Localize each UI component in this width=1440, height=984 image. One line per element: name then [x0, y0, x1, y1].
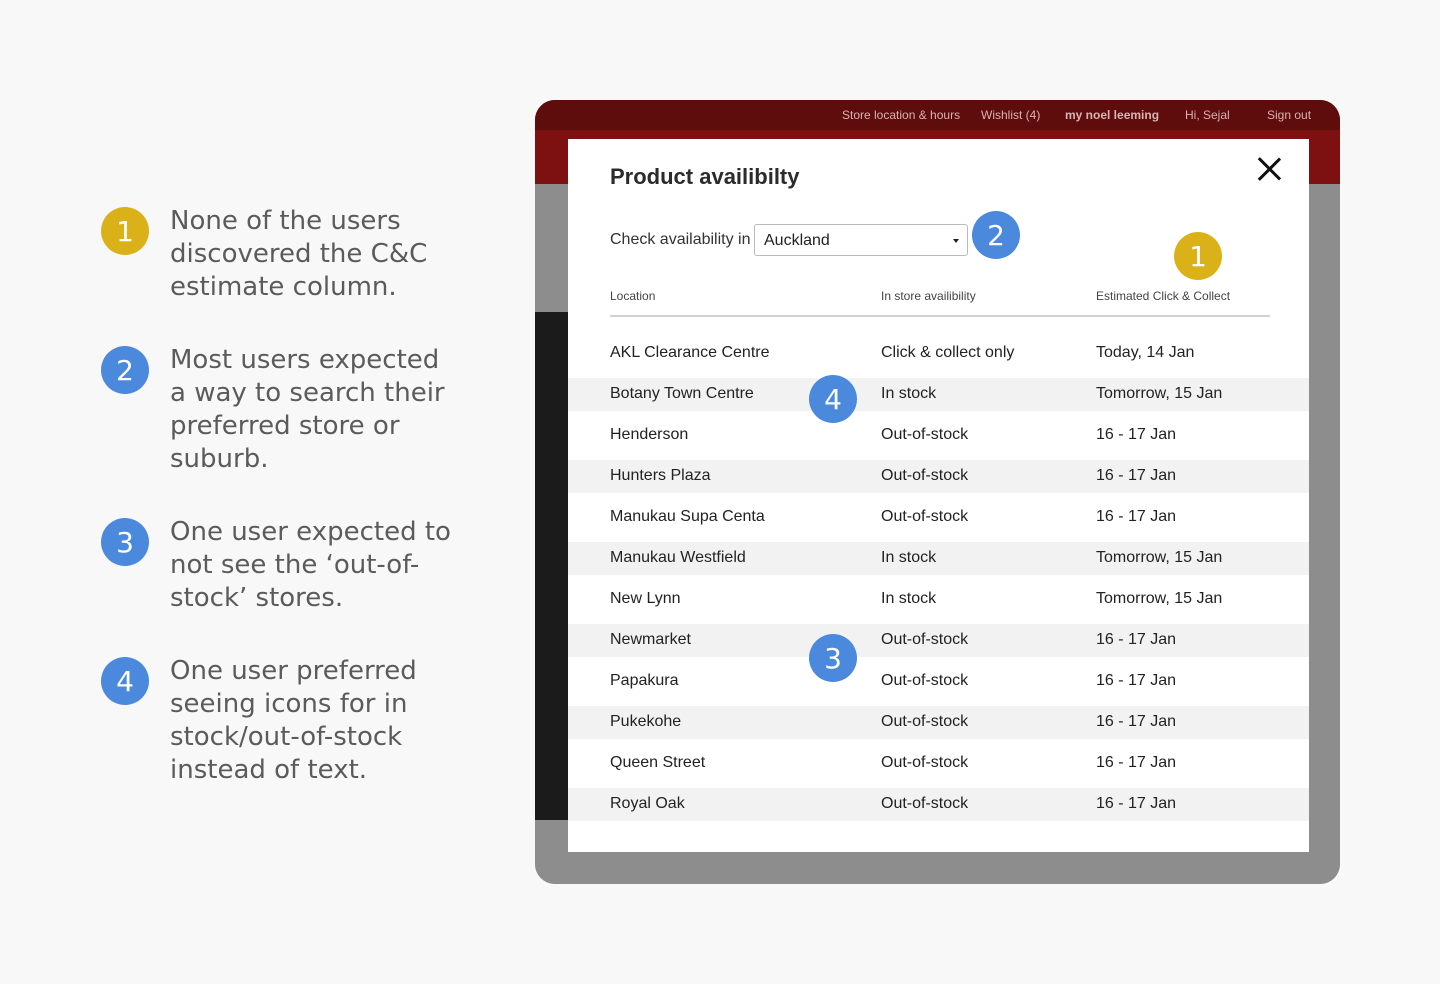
cell-click-collect: 16 - 17 Jan — [1096, 467, 1177, 484]
cell-location: Queen Street — [610, 754, 706, 771]
chevron-down-icon — [953, 239, 959, 243]
table-row: Newmarket Out-of-stock 16 - 17 Jan — [568, 624, 1309, 657]
cell-in-store: Out-of-stock — [881, 754, 969, 771]
column-header-location: Location — [610, 289, 656, 303]
cell-click-collect: 16 - 17 Jan — [1096, 795, 1177, 812]
cell-click-collect: Tomorrow, 15 Jan — [1096, 549, 1223, 566]
cell-click-collect: 16 - 17 Jan — [1096, 754, 1177, 771]
cell-click-collect: 16 - 17 Jan — [1096, 631, 1177, 648]
cell-location: Manukau Westfield — [610, 549, 746, 566]
table-row: AKL Clearance Centre Click & collect only… — [568, 337, 1309, 370]
note-4: 4 One user preferred seeing icons for in… — [101, 655, 460, 787]
table-row: New Lynn In stock Tomorrow, 15 Jan — [568, 583, 1309, 616]
cell-location: Papakura — [610, 672, 679, 689]
annotation-badge-1: 1 — [1174, 232, 1222, 280]
cell-in-store: In stock — [881, 590, 937, 607]
table-row: Manukau Supa Centa Out-of-stock 16 - 17 Ja… — [568, 501, 1309, 534]
table-row: Pukekohe Out-of-stock 16 - 17 Jan — [568, 706, 1309, 739]
cell-in-store: Out-of-stock — [881, 426, 969, 443]
annotation-badge-3: 3 — [809, 634, 857, 682]
cell-location: AKL Clearance Centre — [610, 344, 770, 361]
note-number-badge: 2 — [101, 346, 149, 394]
cell-in-store: Out-of-stock — [881, 508, 969, 525]
cell-in-store: Out-of-stock — [881, 795, 969, 812]
cell-location: New Lynn — [610, 590, 681, 607]
wishlist-link[interactable]: Wishlist (4) — [981, 108, 1040, 122]
cell-location: Pukekohe — [610, 713, 682, 730]
note-text: One user preferred seeing icons for in s… — [170, 656, 417, 785]
cell-location: Hunters Plaza — [610, 467, 711, 484]
annotation-badge-2: 2 — [972, 211, 1020, 259]
table-row: Manukau Westfield In stock Tomorrow, 15 Ja… — [568, 542, 1309, 575]
cell-click-collect: 16 - 17 Jan — [1096, 713, 1177, 730]
cell-click-collect: 16 - 17 Jan — [1096, 426, 1177, 443]
note-number-badge: 3 — [101, 518, 149, 566]
cell-location: Manukau Supa Centa — [610, 508, 765, 525]
annotation-badge-4: 4 — [809, 375, 857, 423]
check-availability-label: Check availability in — [610, 231, 751, 248]
cell-location: Royal Oak — [610, 795, 685, 812]
cell-in-store: Out-of-stock — [881, 467, 969, 484]
cell-in-store: In stock — [881, 385, 937, 402]
table-row: Papakura Out-of-stock 16 - 17 Jan — [568, 665, 1309, 698]
table-row: Hunters Plaza Out-of-stock 16 - 17 Jan — [568, 460, 1309, 493]
close-icon[interactable] — [1256, 156, 1282, 182]
region-select-value: Auckland — [764, 232, 830, 249]
table-row: Royal Oak Out-of-stock 16 - 17 Jan — [568, 788, 1309, 821]
cell-in-store: Click & collect only — [881, 344, 1015, 361]
table-row: Henderson Out-of-stock 16 - 17 Jan — [568, 419, 1309, 452]
cell-click-collect: 16 - 17 Jan — [1096, 672, 1177, 689]
cell-in-store: In stock — [881, 549, 937, 566]
note-text: One user expected to not see the ‘out-of… — [170, 517, 451, 613]
region-select[interactable]: Auckland — [754, 224, 968, 256]
cell-click-collect: Tomorrow, 15 Jan — [1096, 385, 1223, 402]
store-location-link[interactable]: Store location & hours — [842, 108, 960, 122]
brand-logo: my noel leeming — [1065, 108, 1160, 122]
account-menu[interactable]: Hi, Sejal — [1185, 108, 1230, 122]
table-row: Queen Street Out-of-stock 16 - 17 Jan — [568, 747, 1309, 780]
cell-in-store: Out-of-stock — [881, 672, 969, 689]
cell-in-store: Out-of-stock — [881, 713, 969, 730]
cell-click-collect: Tomorrow, 15 Jan — [1096, 590, 1223, 607]
cell-location: Newmarket — [610, 631, 691, 648]
cell-click-collect: Today, 14 Jan — [1096, 344, 1195, 361]
cell-location: Botany Town Centre — [610, 385, 754, 402]
column-header-in-store: In store availibility — [881, 289, 976, 303]
sign-out-link[interactable]: Sign out — [1267, 108, 1311, 122]
note-3: 3 One user expected to not see the ‘out-… — [101, 516, 460, 615]
note-text: None of the users discovered the C&C est… — [170, 206, 428, 302]
note-2: 2 Most users expected a way to search th… — [101, 344, 460, 476]
note-1: 1 None of the users discovered the C&C e… — [101, 205, 460, 304]
cell-click-collect: 16 - 17 Jan — [1096, 508, 1177, 525]
table-row: Botany Town Centre In stock Tomorrow, 15 J… — [568, 378, 1309, 411]
note-number-badge: 4 — [101, 657, 149, 705]
header-divider — [610, 315, 1270, 317]
note-text: Most users expected a way to search thei… — [170, 345, 445, 474]
cell-in-store: Out-of-stock — [881, 631, 969, 648]
column-header-click-collect: Estimated Click & Collect — [1096, 289, 1231, 303]
note-number-badge: 1 — [101, 207, 149, 255]
modal-title: Product availibilty — [610, 164, 800, 189]
cell-location: Henderson — [610, 426, 689, 443]
